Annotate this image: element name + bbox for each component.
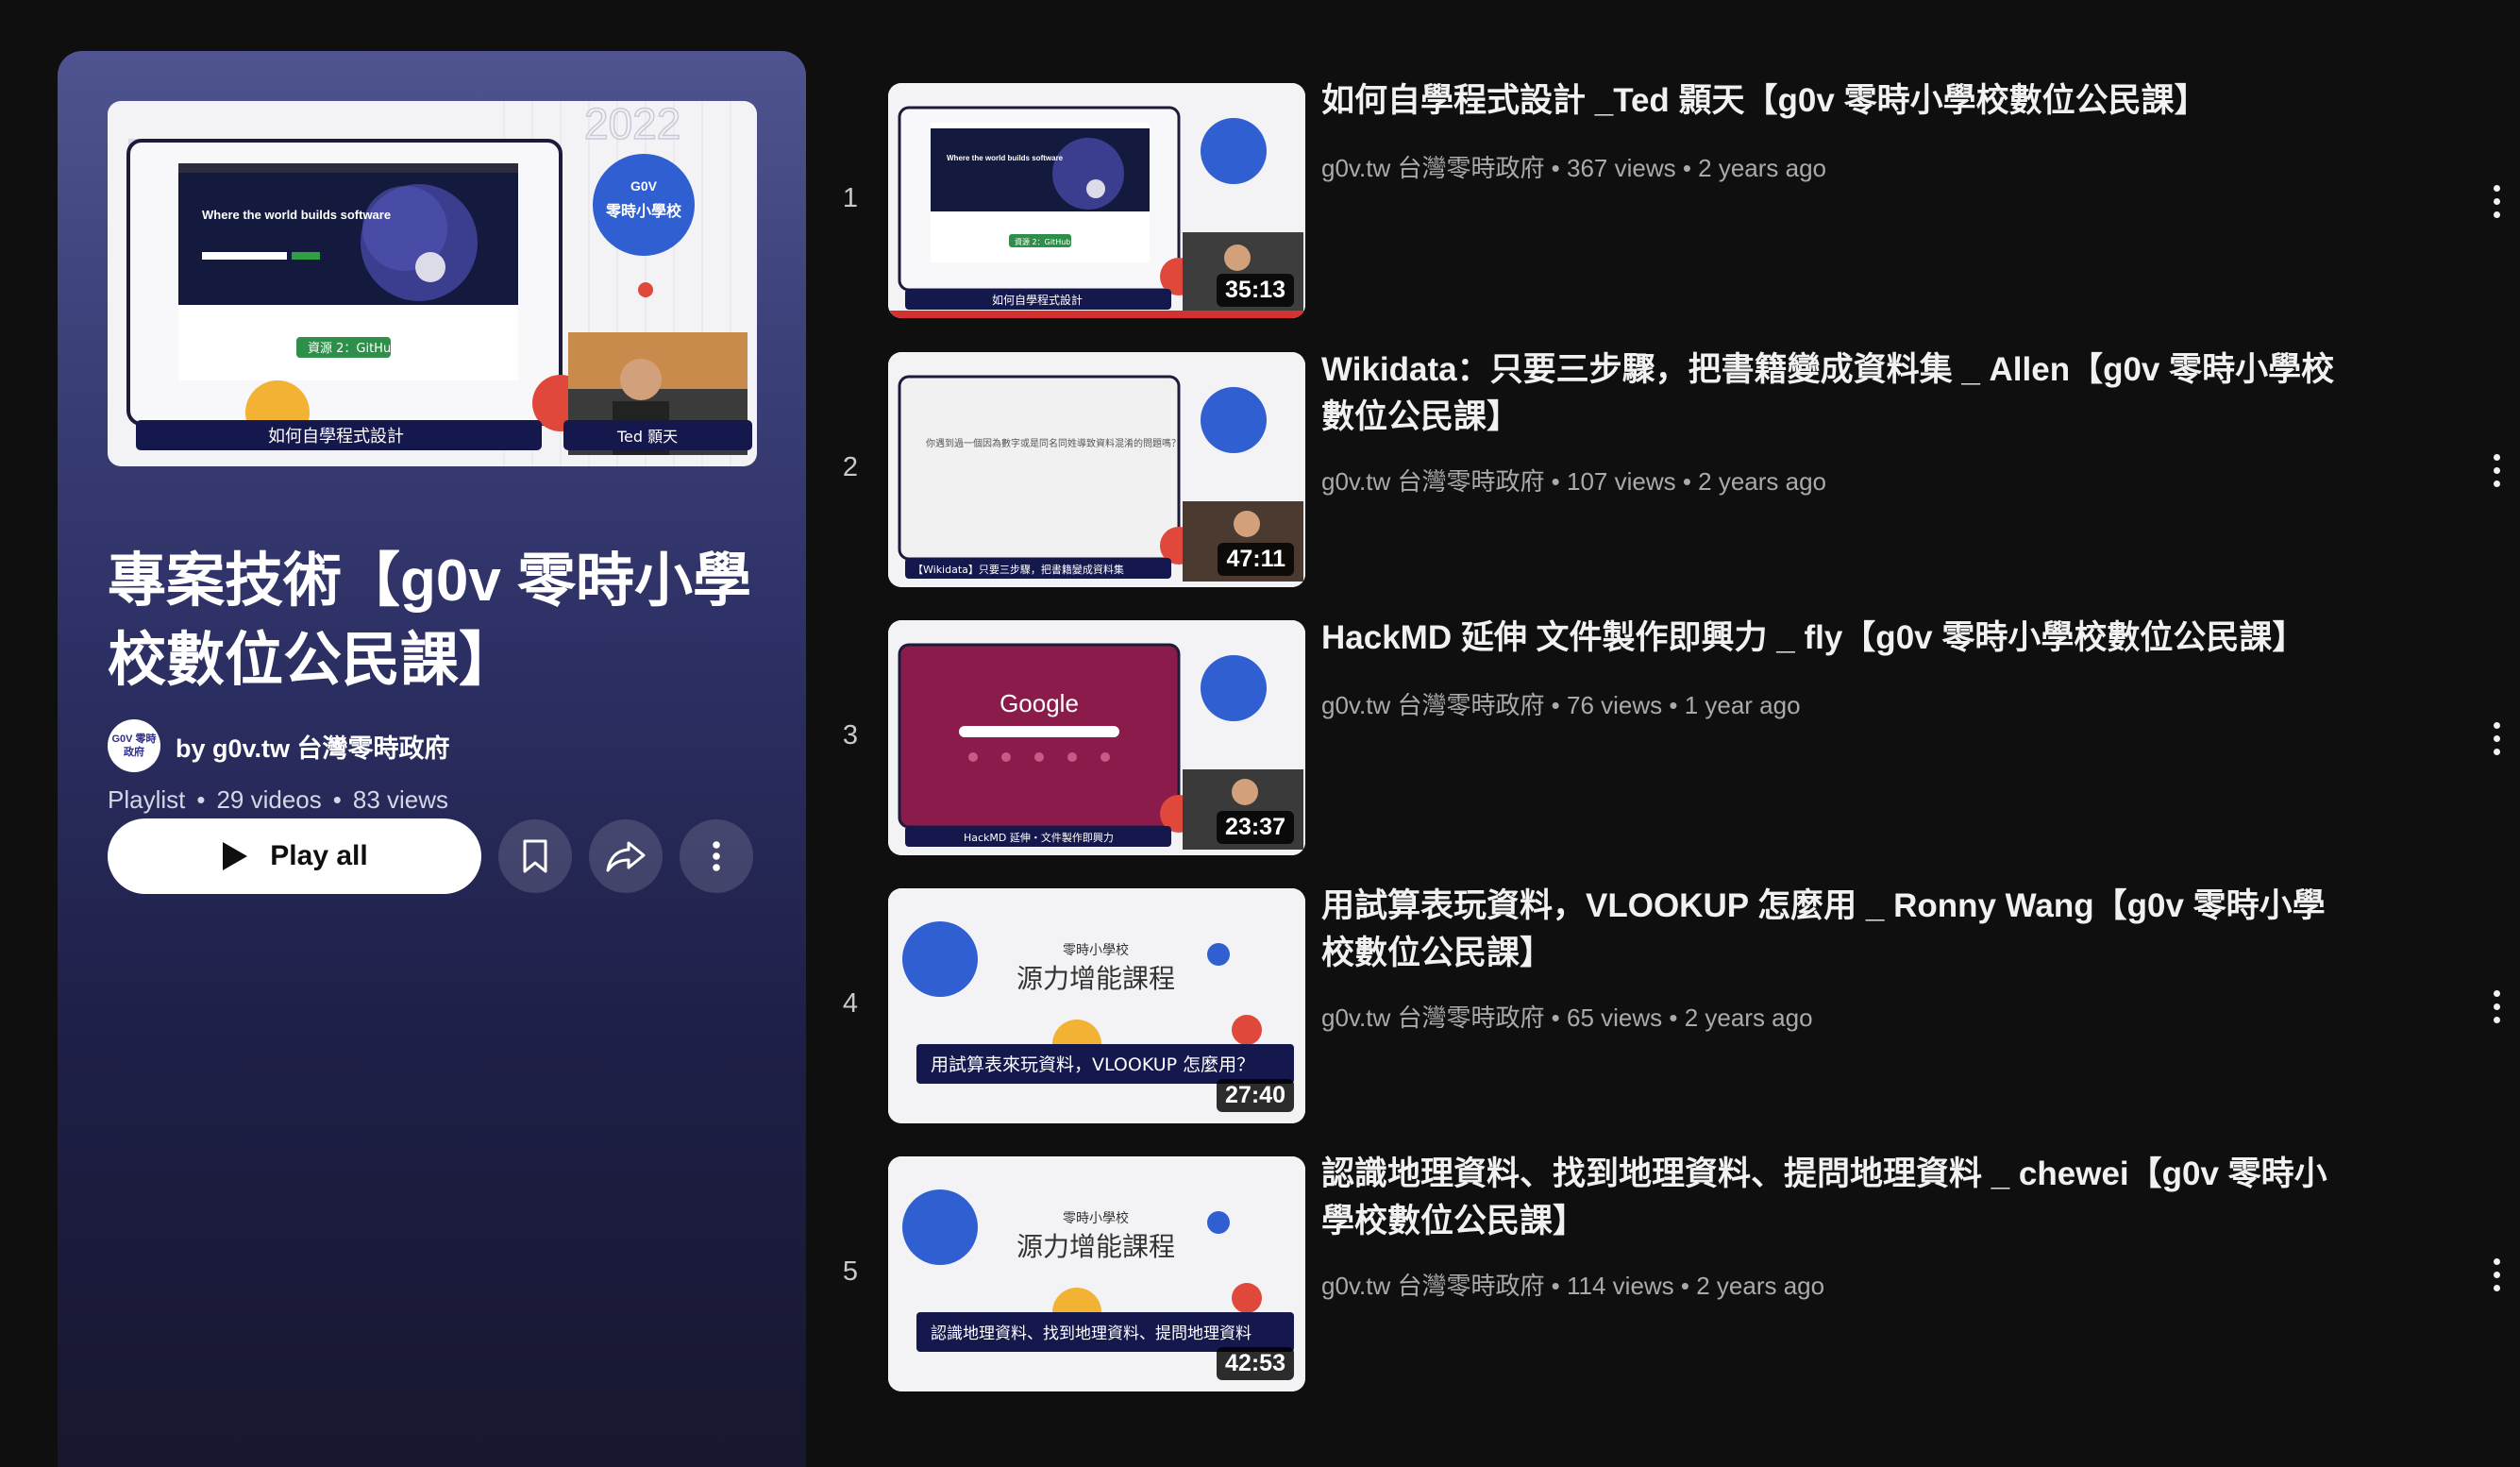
cover-slide-text: Where the world builds software [202, 208, 391, 222]
video-duration: 47:11 [1218, 543, 1294, 576]
cover-badge-mid: 零時小學校 [605, 202, 682, 220]
video-title[interactable]: 如何自學程式設計 _Ted 顥天【g0v 零時小學校數位公民課】 [1321, 77, 2341, 125]
meta-separator: • [196, 785, 206, 814]
video-title[interactable]: HackMD 延伸 文件製作即興力 _ fly【g0v 零時小學校數位公民課】 [1321, 615, 2341, 662]
save-playlist-button[interactable] [498, 819, 572, 893]
meta-separator: • [332, 785, 342, 814]
video-thumbnail[interactable]: 你遇到過一個因為數字或是同名同姓導致資料混淆的問題嗎？ 【Wikidata】只要… [888, 352, 1305, 587]
play-all-button[interactable]: Play all [108, 818, 481, 894]
video-duration: 35:13 [1217, 274, 1294, 307]
cover-chip: 資源 2：GitHub [308, 342, 398, 356]
video-title[interactable]: Wikidata：只要三步驟，把書籍變成資料集 _ Allen【g0v 零時小學… [1321, 346, 2341, 441]
playlist-header-panel: 2022 Where the world builds software 資源 … [58, 51, 806, 1467]
playlist-type-label: Playlist [108, 785, 186, 814]
more-vert-icon[interactable] [2482, 715, 2511, 762]
playlist-views: 83 views [352, 785, 449, 814]
thumbnail-caption: 【Wikidata】只要三步驟，把書籍變成資料集 [913, 563, 1124, 576]
more-vert-icon [713, 841, 720, 871]
video-meta: g0v.tw 台灣零時政府 • 367 views • 2 years ago [1321, 154, 1827, 182]
video-duration: 42:53 [1217, 1347, 1294, 1380]
thumbnail-caption: 用試算表來玩資料，VLOOKUP 怎麼用？ [931, 1054, 1254, 1075]
video-index: 5 [842, 1256, 859, 1287]
watch-progress-bar [888, 311, 1305, 318]
cover-year: 2022 [584, 101, 680, 148]
video-index: 2 [842, 452, 859, 482]
slide-chip: 資源 2：GitHub [1015, 237, 1070, 246]
cover-image: 2022 Where the world builds software 資源 … [108, 101, 757, 466]
more-vert-icon[interactable] [2482, 983, 2511, 1030]
video-title[interactable]: 用試算表玩資料，VLOOKUP 怎麼用 _ Ronny Wang【g0v 零時小… [1321, 883, 2341, 977]
video-meta: g0v.tw 台灣零時政府 • 76 views • 1 year ago [1321, 691, 1801, 719]
video-thumbnail[interactable]: 零時小學校 源力增能課程 用試算表來玩資料，VLOOKUP 怎麼用？ 27:40 [888, 888, 1305, 1123]
cover-speaker: Ted 顥天 [616, 428, 678, 446]
owner-name[interactable]: by g0v.tw 台灣零時政府 [176, 728, 450, 765]
slide-text: Where the world builds software [947, 154, 1064, 162]
slide-title: 源力增能課程 [1016, 1231, 1175, 1262]
video-meta: g0v.tw 台灣零時政府 • 107 views • 2 years ago [1321, 467, 1827, 496]
playlist-video-row[interactable]: 2 你遇到過一個因為數字或是同名同姓導致資料混淆的問題嗎？ 【Wikidata】… [821, 351, 2520, 590]
video-meta: g0v.tw 台灣零時政府 • 114 views • 2 years ago [1321, 1272, 1825, 1300]
more-vert-icon[interactable] [2482, 1251, 2511, 1298]
playlist-meta: Playlist • 29 videos • 83 views [108, 785, 448, 815]
playlist-video-count: 29 videos [216, 785, 322, 814]
slide-title: 源力增能課程 [1016, 963, 1175, 994]
video-thumbnail[interactable]: 零時小學校 源力增能課程 認識地理資料、找到地理資料、提問地理資料 42:53 [888, 1156, 1305, 1391]
playlist-more-button[interactable] [680, 819, 753, 893]
bookmark-icon [523, 839, 547, 873]
share-playlist-button[interactable] [589, 819, 663, 893]
video-duration: 27:40 [1217, 1079, 1294, 1112]
slide-sub: 零時小學校 [1063, 942, 1129, 958]
video-thumbnail[interactable]: Where the world builds software 資源 2：Git… [888, 83, 1305, 318]
video-duration: 23:37 [1217, 811, 1294, 844]
thumbnail-caption: 認識地理資料、找到地理資料、提問地理資料 [931, 1324, 1252, 1343]
playlist-video-row[interactable]: 5 零時小學校 源力增能課程 認識地理資料、找到地理資料、提問地理資料 42:5… [821, 1155, 2520, 1394]
play-all-label: Play all [270, 840, 368, 871]
slide-text: Google [1000, 689, 1079, 717]
playlist-video-row[interactable]: 3 Google HackMD 延伸・文件製作即興力 23:37 HackMD … [821, 619, 2520, 858]
slide-sub: 零時小學校 [1063, 1210, 1129, 1226]
video-meta: g0v.tw 台灣零時政府 • 65 views • 2 years ago [1321, 1003, 1813, 1032]
thumbnail-caption: 如何自學程式設計 [992, 293, 1083, 307]
playlist-video-row[interactable]: 4 零時小學校 源力增能課程 用試算表來玩資料，VLOOKUP 怎麼用？ 27:… [821, 887, 2520, 1126]
more-vert-icon[interactable] [2482, 177, 2511, 225]
video-index: 1 [842, 183, 859, 213]
play-icon [223, 842, 248, 870]
thumbnail-caption: HackMD 延伸・文件製作即興力 [964, 831, 1114, 844]
avatar[interactable]: G0V 零時政府 [108, 719, 160, 772]
share-icon [606, 841, 646, 872]
cover-caption: 如何自學程式設計 [268, 427, 404, 447]
video-index: 3 [842, 720, 859, 750]
playlist-actions: Play all [108, 818, 753, 894]
slide-text: 你遇到過一個因為數字或是同名同姓導致資料混淆的問題嗎？ [926, 437, 1181, 449]
more-vert-icon[interactable] [2482, 447, 2511, 494]
video-thumbnail[interactable]: Google HackMD 延伸・文件製作即興力 23:37 [888, 620, 1305, 855]
playlist-cover-thumbnail[interactable]: 2022 Where the world builds software 資源 … [108, 101, 757, 466]
cover-badge-top: G0V [630, 178, 658, 194]
playlist-title: 專案技術【g0v 零時小學校數位公民課】 [108, 548, 752, 693]
avatar-text: G0V 零時政府 [111, 734, 157, 758]
playlist-video-row[interactable]: 1 Where the world builds software 資源 2：G… [821, 82, 2520, 321]
playlist-owner[interactable]: G0V 零時政府 by g0v.tw 台灣零時政府 [108, 719, 450, 772]
video-index: 4 [842, 988, 859, 1019]
video-title[interactable]: 認識地理資料、找到地理資料、提問地理資料 _ chewei【g0v 零時小學校數… [1321, 1151, 2341, 1245]
